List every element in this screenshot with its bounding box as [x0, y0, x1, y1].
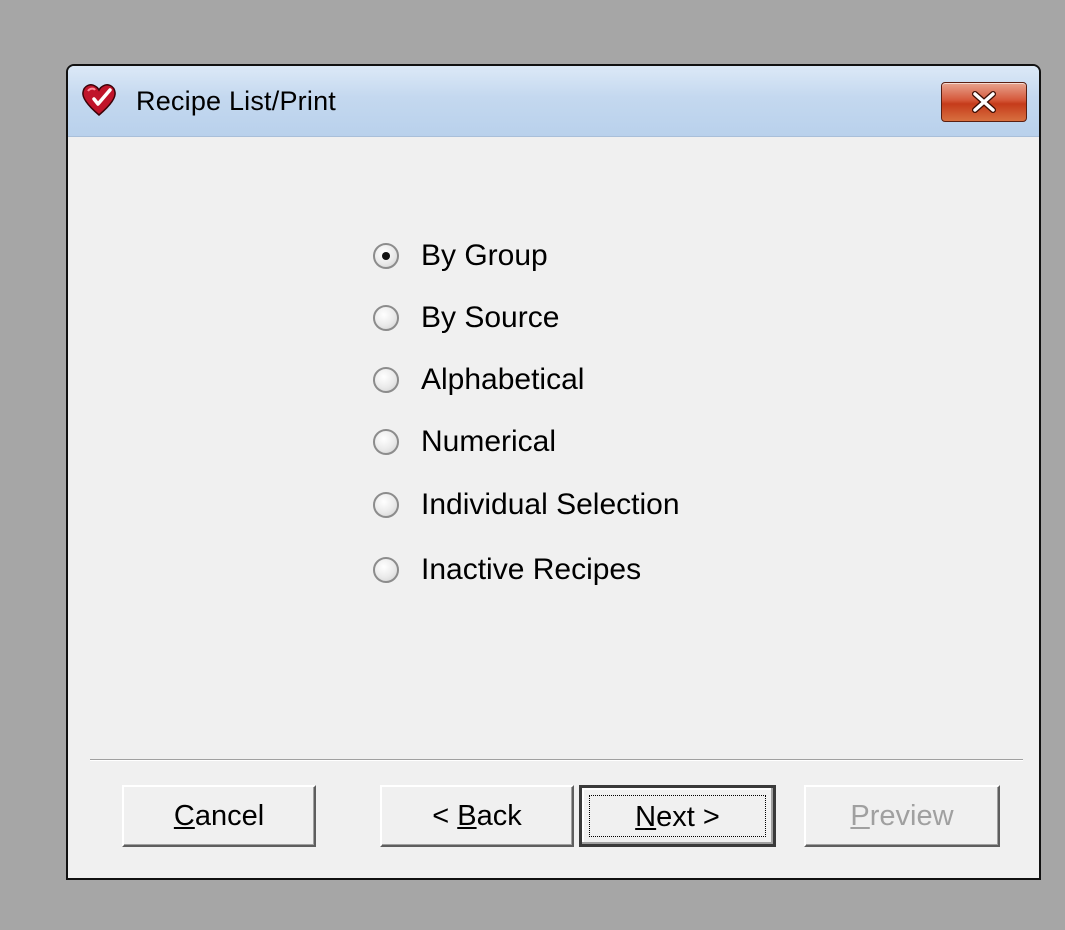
option-label: Individual Selection — [421, 488, 680, 521]
preview-button[interactable]: Preview — [804, 785, 1000, 847]
option-label: Alphabetical — [421, 363, 585, 396]
preview-button-label: Preview — [850, 800, 954, 832]
next-button-label: Next > — [635, 801, 720, 833]
window-title: Recipe List/Print — [136, 86, 336, 116]
close-icon — [972, 91, 996, 113]
cancel-button[interactable]: Cancel — [122, 785, 316, 847]
back-button-label: < Back — [432, 800, 522, 832]
radio-individual-selection[interactable] — [373, 492, 399, 518]
radio-by-group[interactable] — [373, 243, 399, 269]
button-separator — [90, 759, 1023, 761]
title-bar[interactable]: Recipe List/Print — [68, 66, 1039, 137]
option-label: Inactive Recipes — [421, 553, 642, 586]
option-label: By Source — [421, 301, 560, 334]
recipe-list-print-dialog: Recipe List/Print By Group By Source Alp… — [66, 64, 1041, 880]
radio-numerical[interactable] — [373, 429, 399, 455]
cancel-button-label: Cancel — [173, 800, 265, 832]
heart-icon — [80, 82, 118, 118]
radio-alphabetical[interactable] — [373, 367, 399, 393]
radio-by-source[interactable] — [373, 305, 399, 331]
back-button[interactable]: < Back — [380, 785, 574, 847]
next-button[interactable]: Next > — [579, 785, 776, 847]
close-button[interactable] — [941, 82, 1027, 122]
radio-inactive-recipes[interactable] — [373, 557, 399, 583]
option-label: Numerical — [421, 425, 557, 458]
option-label: By Group — [421, 239, 548, 272]
